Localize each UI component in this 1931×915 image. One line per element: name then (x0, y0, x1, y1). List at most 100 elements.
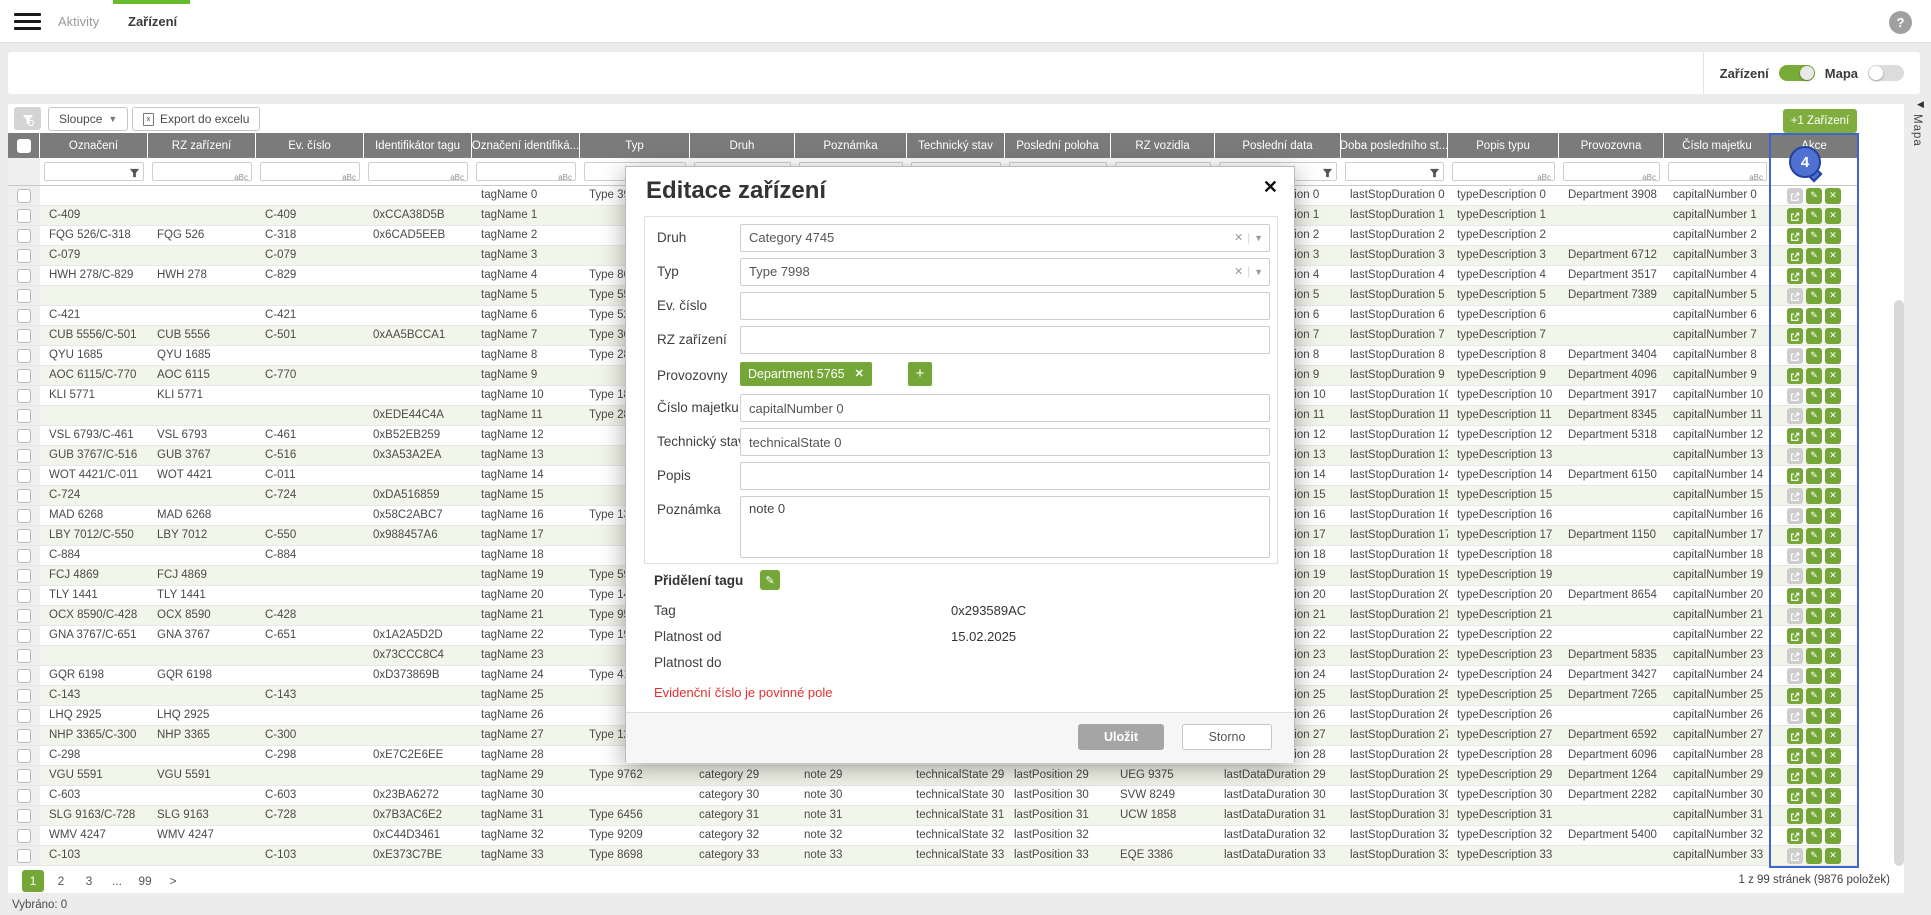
page-button-99[interactable]: 99 (134, 870, 156, 892)
column-header-1[interactable]: Označení (40, 133, 148, 158)
row-checkbox[interactable] (17, 528, 31, 543)
row-checkbox[interactable] (17, 288, 31, 303)
row-checkbox[interactable] (17, 228, 31, 243)
open-detail-button[interactable] (1787, 727, 1803, 744)
table-row[interactable]: C-603 C-603 0x23BA6272 tagName 30 category 3… (8, 786, 1857, 806)
row-checkbox[interactable] (17, 808, 31, 823)
delete-row-button[interactable]: ✕ (1825, 687, 1841, 704)
row-checkbox[interactable] (17, 688, 31, 703)
delete-row-button[interactable]: ✕ (1825, 747, 1841, 764)
edit-row-button[interactable]: ✎ (1806, 247, 1822, 264)
delete-row-button[interactable]: ✕ (1825, 767, 1841, 784)
edit-row-button[interactable]: ✎ (1806, 747, 1822, 764)
delete-row-button[interactable]: ✕ (1825, 447, 1841, 464)
open-detail-button[interactable] (1787, 687, 1803, 704)
druh-combobox[interactable]: Category 4745 ✕ | ▼ (740, 224, 1270, 252)
column-header-12[interactable]: Poslední data (1215, 133, 1341, 158)
edit-row-button[interactable]: ✎ (1806, 727, 1822, 744)
edit-row-button[interactable]: ✎ (1806, 667, 1822, 684)
clear-filter-icon[interactable] (14, 107, 41, 130)
delete-row-button[interactable]: ✕ (1825, 247, 1841, 264)
open-detail-button[interactable] (1787, 787, 1803, 804)
row-checkbox[interactable] (17, 328, 31, 343)
save-button[interactable]: Uložit (1078, 724, 1164, 750)
edit-row-button[interactable]: ✎ (1806, 287, 1822, 304)
row-checkbox[interactable] (17, 648, 31, 663)
open-detail-button[interactable] (1787, 767, 1803, 784)
column-header-13[interactable]: Doba posledního st... (1341, 133, 1448, 158)
delete-row-button[interactable]: ✕ (1825, 807, 1841, 824)
export-excel-button[interactable]: x Export do excelu (132, 107, 261, 131)
edit-row-button[interactable]: ✎ (1806, 227, 1822, 244)
column-header-15[interactable]: Provozovna (1559, 133, 1664, 158)
table-row[interactable]: C-103 C-103 0xE373C7BE tagName 33 Type 8698 c… (8, 846, 1857, 866)
remove-chip-icon[interactable]: ✕ (855, 362, 864, 386)
column-header-3[interactable]: Ev. číslo (256, 133, 364, 158)
help-icon[interactable]: ? (1889, 11, 1912, 34)
column-header-9[interactable]: Technický stav (907, 133, 1005, 158)
row-checkbox[interactable] (17, 608, 31, 623)
edit-row-button[interactable]: ✎ (1806, 527, 1822, 544)
abc-filter-icon[interactable]: aBc (234, 167, 248, 185)
edit-row-button[interactable]: ✎ (1806, 507, 1822, 524)
side-tab-mapa[interactable]: Mapa (1911, 114, 1923, 147)
row-checkbox[interactable] (17, 208, 31, 223)
delete-row-button[interactable]: ✕ (1825, 207, 1841, 224)
edit-row-button[interactable]: ✎ (1806, 407, 1822, 424)
delete-row-button[interactable]: ✕ (1825, 547, 1841, 564)
delete-row-button[interactable]: ✕ (1825, 347, 1841, 364)
popis-field[interactable] (740, 462, 1270, 490)
edit-row-button[interactable]: ✎ (1806, 567, 1822, 584)
open-detail-button[interactable] (1787, 627, 1803, 644)
column-header-2[interactable]: RZ zařízení (148, 133, 256, 158)
abc-filter-icon[interactable]: aBc (558, 167, 572, 185)
delete-row-button[interactable]: ✕ (1825, 627, 1841, 644)
delete-row-button[interactable]: ✕ (1825, 827, 1841, 844)
delete-row-button[interactable]: ✕ (1825, 187, 1841, 204)
row-checkbox[interactable] (17, 508, 31, 523)
open-detail-button[interactable] (1787, 267, 1803, 284)
page-button-2[interactable]: 2 (50, 870, 72, 892)
page-button-1[interactable]: 1 (22, 870, 44, 892)
delete-row-button[interactable]: ✕ (1825, 407, 1841, 424)
edit-row-button[interactable]: ✎ (1806, 607, 1822, 624)
column-header-10[interactable]: Poslední poloha (1005, 133, 1111, 158)
technicky-stav-field[interactable] (740, 428, 1270, 456)
row-checkbox[interactable] (17, 428, 31, 443)
delete-row-button[interactable]: ✕ (1825, 367, 1841, 384)
close-icon[interactable]: ✕ (1263, 177, 1278, 198)
row-checkbox[interactable] (17, 408, 31, 423)
edit-row-button[interactable]: ✎ (1806, 847, 1822, 864)
open-detail-button[interactable] (1787, 307, 1803, 324)
edit-row-button[interactable]: ✎ (1806, 827, 1822, 844)
row-checkbox[interactable] (17, 448, 31, 463)
open-detail-button[interactable] (1787, 527, 1803, 544)
row-checkbox[interactable] (17, 668, 31, 683)
row-checkbox[interactable] (17, 488, 31, 503)
row-checkbox[interactable] (17, 588, 31, 603)
clear-icon[interactable]: ✕ (1234, 232, 1243, 244)
open-detail-button[interactable] (1787, 227, 1803, 244)
edit-row-button[interactable]: ✎ (1806, 487, 1822, 504)
nav-tab-aktivity[interactable]: Aktivity (58, 0, 99, 43)
delete-row-button[interactable]: ✕ (1825, 667, 1841, 684)
table-row[interactable]: WMV 4247 WMV 4247 0xC44D3461 tagName 32 Type… (8, 826, 1857, 846)
edit-row-button[interactable]: ✎ (1806, 427, 1822, 444)
row-checkbox[interactable] (17, 248, 31, 263)
row-checkbox[interactable] (17, 768, 31, 783)
row-checkbox[interactable] (17, 388, 31, 403)
open-detail-button[interactable] (1787, 827, 1803, 844)
row-checkbox[interactable] (17, 348, 31, 363)
cancel-button[interactable]: Storno (1182, 724, 1272, 750)
column-header-11[interactable]: RZ vozidla (1111, 133, 1215, 158)
poznamka-field[interactable]: note 0 (740, 496, 1270, 558)
edit-row-button[interactable]: ✎ (1806, 787, 1822, 804)
hamburger-menu-icon[interactable] (14, 13, 41, 30)
row-checkbox[interactable] (17, 188, 31, 203)
column-header-16[interactable]: Číslo majetku (1664, 133, 1771, 158)
chevron-down-icon[interactable]: ▼ (1254, 267, 1263, 277)
edit-row-button[interactable]: ✎ (1806, 547, 1822, 564)
funnel-icon[interactable] (129, 166, 140, 184)
edit-row-button[interactable]: ✎ (1806, 807, 1822, 824)
collapse-arrow-icon[interactable]: ◀ (1917, 99, 1924, 110)
